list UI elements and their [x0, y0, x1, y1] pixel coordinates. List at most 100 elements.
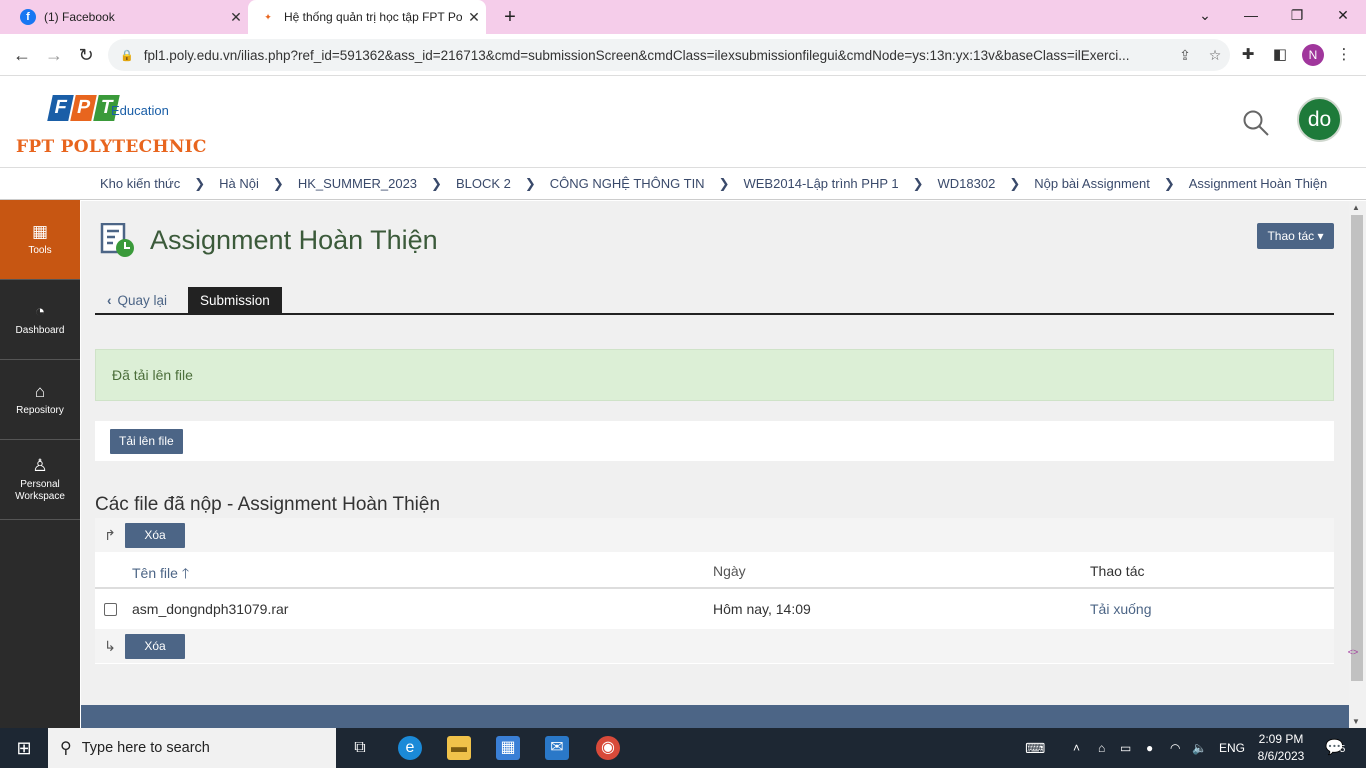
sidebar-item-label: Tools [28, 245, 52, 256]
breadcrumb-item[interactable]: HK_SUMMER_2023 [298, 176, 417, 191]
sidebar-item-tools[interactable]: ▦ Tools [0, 200, 80, 280]
wifi-icon[interactable]: ◠ [1170, 728, 1180, 768]
microsoft-store-icon[interactable]: ▦ [496, 736, 520, 760]
scroll-down-icon[interactable]: ▼ [1352, 717, 1360, 726]
lock-icon[interactable]: 🔒 [120, 49, 134, 62]
web-page: F P T Education FPT POLYTECHNIC do Kho k… [0, 77, 1366, 728]
menu-kebab-icon[interactable]: ⋮ [1334, 45, 1354, 65]
side-panel-icon[interactable]: ◧ [1270, 45, 1290, 65]
windows-start-icon[interactable]: ⊞ [0, 728, 48, 768]
file-name: asm_dongndph31079.rar [132, 601, 289, 617]
main-content: Assignment Hoàn Thiện Thao tác ▾ ‹ Quay l… [81, 201, 1349, 728]
breadcrumb-item[interactable]: BLOCK 2 [456, 176, 511, 191]
user-icon: ♙ [32, 455, 48, 475]
clock-date: 8/6/2023 [1257, 749, 1305, 763]
close-window-button[interactable]: ✕ [1320, 0, 1366, 30]
delete-button[interactable]: Xóa [125, 522, 185, 548]
battery-icon[interactable]: ▭ [1120, 728, 1131, 768]
assignment-icon [100, 223, 134, 257]
sidebar-item-label: Dashboard [15, 325, 65, 336]
column-filename-label: Tên file [132, 565, 178, 581]
mail-icon[interactable]: ✉ [545, 736, 569, 760]
breadcrumb-item[interactable]: CÔNG NGHỆ THÔNG TIN [550, 176, 705, 191]
logo-education-text: Education [111, 103, 169, 118]
task-view-icon[interactable]: ⧉ [348, 736, 372, 760]
delete-button[interactable]: Xóa [125, 633, 185, 659]
row-checkbox[interactable] [104, 603, 117, 616]
sidebar-item-repository[interactable]: ⌂ Repository [0, 360, 80, 440]
scrollbar-thumb[interactable] [1351, 215, 1363, 681]
show-hidden-icons-icon[interactable]: ˄ [1073, 728, 1080, 768]
tab-search-chevron-icon[interactable]: ⌄ [1182, 0, 1228, 30]
forward-arrow-icon[interactable]: → [42, 43, 66, 67]
new-tab-button[interactable]: + [498, 5, 522, 29]
bookmark-star-icon[interactable]: ☆ [1200, 47, 1230, 64]
grid-icon: ▦ [31, 222, 49, 241]
chevron-right-icon: ❯ [272, 175, 284, 191]
address-bar[interactable]: 🔒 fpl1.poly.edu.vn/ilias.php?ref_id=5913… [108, 39, 1230, 71]
arrow-corner-up-icon: ↱ [104, 526, 116, 543]
tab-title: Hệ thống quản trị học tập FPT Po [284, 10, 462, 24]
upload-file-button[interactable]: Tải lên file [110, 429, 183, 454]
section-title: Các file đã nộp - Assignment Hoàn Thiện [95, 494, 441, 515]
breadcrumb-item[interactable]: Hà Nội [219, 176, 259, 191]
browser-tab-lms[interactable]: ✦ Hệ thống quản trị học tập FPT Po ✕ [248, 0, 486, 34]
breadcrumb-current[interactable]: Assignment Hoàn Thiện [1189, 176, 1328, 191]
search-icon[interactable] [1242, 109, 1270, 137]
back-link[interactable]: ‹ Quay lại [107, 293, 167, 308]
breadcrumb-item[interactable]: WD18302 [938, 176, 996, 191]
chevron-right-icon: ❯ [912, 175, 924, 191]
chevron-right-icon: ❯ [431, 175, 442, 191]
chrome-browser-icon[interactable]: ◉ [596, 736, 620, 760]
sidebar-item-personal-workspace[interactable]: ♙ Personal Workspace [0, 440, 80, 520]
back-arrow-icon[interactable]: ← [10, 43, 34, 67]
download-link[interactable]: Tải xuống [1090, 601, 1151, 617]
notification-center-icon[interactable]: 💬5 [1325, 738, 1345, 756]
url-text[interactable]: fpl1.poly.edu.vn/ilias.php?ref_id=591362… [144, 48, 1170, 63]
system-clock[interactable]: 2:09 PM 8/6/2023 [1256, 731, 1306, 765]
actions-dropdown-button[interactable]: Thao tác ▾ [1257, 223, 1334, 249]
network-status-icon[interactable]: ● [1146, 728, 1153, 768]
chevron-right-icon: ❯ [1009, 175, 1021, 191]
facebook-icon: f [20, 9, 36, 25]
close-tab-icon[interactable]: ✕ [224, 9, 248, 26]
minimize-button[interactable]: — [1228, 0, 1274, 30]
chevron-right-icon: ❯ [194, 175, 206, 191]
logo-letter: F [47, 95, 74, 121]
language-indicator[interactable]: ENG [1219, 728, 1245, 768]
sidebar-item-label: Repository [16, 405, 64, 416]
keyboard-icon[interactable]: ⌨ [1025, 728, 1045, 768]
file-explorer-icon[interactable]: ▬ [447, 736, 471, 760]
tab-submission[interactable]: Submission [188, 287, 282, 315]
sub-tabs: ‹ Quay lại Submission [95, 287, 1334, 315]
volume-icon[interactable]: 🔈 [1192, 728, 1207, 768]
edge-browser-icon[interactable]: e [398, 736, 422, 760]
breadcrumb-item[interactable]: Nộp bài Assignment [1034, 176, 1150, 191]
meet-now-icon[interactable]: ⌂ [1098, 728, 1105, 768]
side-panel-handle-icon[interactable]: <> [1343, 647, 1363, 663]
repository-icon: ⌂ [34, 382, 46, 401]
notification-count: 5 [1339, 744, 1346, 755]
breadcrumb-item[interactable]: Kho kiến thức [100, 176, 180, 191]
fpt-favicon-icon: ✦ [260, 9, 276, 25]
taskbar-search-box[interactable]: ⚲ Type here to search [48, 728, 336, 768]
extensions-puzzle-icon[interactable]: ✚ [1238, 45, 1258, 65]
page-title: Assignment Hoàn Thiện [150, 225, 438, 255]
fpt-logo-mark: F P T [47, 95, 120, 121]
reload-icon[interactable]: ↻ [74, 43, 98, 67]
profile-avatar[interactable]: N [1302, 44, 1324, 66]
browser-tab-facebook[interactable]: f (1) Facebook ✕ [8, 0, 248, 34]
success-message: Đã tải lên file [95, 349, 1334, 401]
logo-letter: P [70, 95, 97, 121]
share-icon[interactable]: ⇪ [1170, 47, 1200, 64]
column-filename[interactable]: Tên file 🡑 [132, 563, 189, 587]
breadcrumb-item[interactable]: WEB2014-Lập trình PHP 1 [743, 176, 898, 191]
restore-button[interactable]: ❐ [1274, 0, 1320, 30]
user-avatar[interactable]: do [1297, 97, 1342, 142]
actions-label: Thao tác [1267, 229, 1315, 243]
back-label: Quay lại [117, 293, 168, 308]
close-tab-icon[interactable]: ✕ [462, 9, 486, 26]
scroll-up-icon[interactable]: ▲ [1352, 203, 1360, 212]
sidebar-item-dashboard[interactable]: ◔ Dashboard [0, 280, 80, 360]
table-row: asm_dongndph31079.rar Hôm nay, 14:09 Tải… [95, 591, 1334, 627]
